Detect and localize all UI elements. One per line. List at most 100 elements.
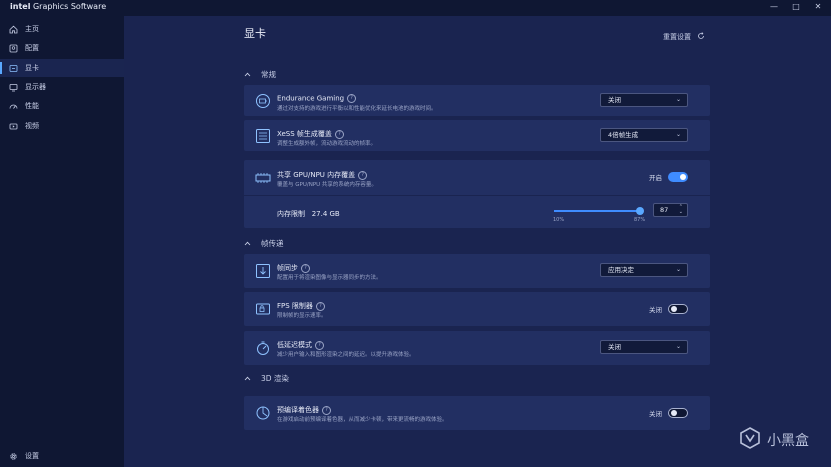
section-title: 帧传递 (261, 239, 284, 248)
shared-memory-toggle-group: 开启 (649, 172, 688, 182)
sidebar-item-profiles[interactable]: 配置 (0, 39, 124, 57)
sidebar-item-label: 性能 (25, 102, 39, 110)
chevron-up-icon (244, 70, 251, 79)
reset-label: 重置设置 (663, 33, 691, 41)
gear-icon (8, 451, 18, 461)
shader-precompile-row: 预编译着色器? 在游戏启动前预编译着色器，从而减少卡顿，带来更流畅的游戏体验。 … (244, 396, 710, 430)
chevron-down-icon: ⌄ (675, 343, 681, 350)
row-description: 配置用于将渲染图像与显示器同步的方法。 (277, 275, 382, 281)
toggle-state-label: 关闭 (649, 306, 662, 314)
toggle-state-label: 开启 (649, 174, 662, 182)
chevron-up-icon (244, 374, 251, 383)
chevron-down-icon: ⌄ (675, 96, 681, 103)
video-icon (8, 121, 18, 131)
shader-toggle-group: 关闭 (649, 408, 688, 418)
row-description: 在游戏启动前预编译着色器，从而减少卡顿，带来更流畅的游戏体验。 (277, 417, 448, 423)
slider-max-label: 87% (634, 217, 646, 223)
sidebar-item-video[interactable]: 视频 (0, 117, 124, 135)
shader-precompile-toggle[interactable] (668, 408, 688, 418)
help-icon[interactable]: ? (358, 170, 368, 180)
row-description: 限制帧的显示速率。 (277, 313, 327, 319)
minimize-button[interactable]: — (767, 2, 781, 11)
fps-limit-icon (255, 301, 271, 317)
home-icon (8, 24, 18, 34)
watermark: 小黑盒 (739, 427, 809, 453)
section-title: 常规 (261, 70, 276, 79)
watermark-text: 小黑盒 (767, 433, 809, 449)
stepper-arrows-icon: ⌃ ⌄ (678, 204, 683, 215)
title-bar: intel Graphics Software — □ ✕ (0, 0, 831, 16)
row-title: Endurance Gaming? (277, 94, 357, 103)
xess-frame-generation-select[interactable]: 4倍帧生成 ⌄ (600, 128, 688, 142)
section-frame-header[interactable]: 帧传递 (244, 238, 284, 249)
memory-chip-icon (255, 170, 271, 186)
memory-limit-label: 内存限制 27.4 GB (277, 210, 340, 218)
sidebar-item-settings[interactable]: 设置 (0, 447, 124, 465)
sidebar-item-label: 主页 (25, 25, 39, 33)
help-icon[interactable]: ? (315, 340, 324, 350)
fps-limiter-toggle-group: 关闭 (649, 304, 688, 314)
sidebar-item-label: 视频 (25, 122, 39, 130)
divider (244, 195, 710, 196)
row-title: 帧同步? (277, 263, 310, 273)
performance-icon (8, 101, 18, 111)
help-icon[interactable]: ? (315, 301, 325, 311)
row-title: 低延迟模式? (277, 340, 324, 350)
help-icon[interactable]: ? (301, 263, 310, 273)
row-title: FPS 限制器? (277, 301, 325, 311)
toggle-state-label: 关闭 (649, 410, 662, 418)
slider-min-label: 10% (553, 217, 565, 223)
section-general-header[interactable]: 常规 (244, 69, 276, 80)
sidebar-item-graphics[interactable]: 显卡 (0, 59, 124, 77)
low-latency-select[interactable]: 关闭 ⌄ (600, 340, 688, 354)
chevron-up-icon (244, 239, 251, 248)
help-icon[interactable]: ? (322, 405, 331, 415)
section-3d-header[interactable]: 3D 渲染 (244, 373, 289, 384)
graphics-icon (8, 63, 18, 73)
shared-memory-card: 共享 GPU/NPU 内存覆盖? 覆盖与 GPU/NPU 共享的系统内存容量。 … (244, 160, 710, 228)
profile-icon (8, 43, 18, 53)
memory-slider-track[interactable] (554, 207, 644, 215)
shader-icon (255, 405, 271, 421)
low-latency-row: 低延迟模式? 减少用户输入和图形渲染之间的延迟。以提升游戏体验。 关闭 ⌄ (244, 331, 710, 365)
frame-generation-icon (255, 128, 271, 144)
reset-settings-button[interactable]: 重置设置 (663, 32, 705, 42)
fps-limiter-toggle[interactable] (668, 304, 688, 314)
endurance-gaming-row: Endurance Gaming? 通过对支持的游戏进行平衡以和性能优化来延长电… (244, 85, 710, 116)
chevron-down-icon: ⌄ (675, 266, 681, 273)
sidebar-item-display[interactable]: 显示器 (0, 78, 124, 96)
memory-limit-amount: 27.4 GB (311, 210, 340, 218)
sidebar: 主页 配置 显卡 显示器 性能 视频 设置 (0, 16, 124, 467)
maximize-button[interactable]: □ (789, 2, 803, 11)
shared-memory-toggle[interactable] (668, 172, 688, 182)
chevron-down-icon: ⌄ (675, 131, 681, 138)
endurance-gaming-select[interactable]: 关闭 ⌄ (600, 93, 688, 107)
sidebar-item-label: 显卡 (25, 64, 39, 72)
row-description: 调整生成额外帧，流动游戏流动的帧率。 (277, 141, 377, 147)
row-title: 共享 GPU/NPU 内存覆盖? (277, 170, 368, 180)
display-icon (8, 82, 18, 92)
app-brand: intel Graphics Software (10, 2, 107, 11)
close-button[interactable]: ✕ (811, 2, 825, 11)
help-icon[interactable]: ? (334, 129, 344, 139)
memory-limit-stepper[interactable]: 87 ⌃ ⌄ (653, 203, 688, 217)
sidebar-item-label: 显示器 (25, 83, 46, 91)
fps-limiter-row: FPS 限制器? 限制帧的显示速率。 关闭 (244, 292, 710, 326)
xess-frame-generation-row: XeSS 帧生成覆盖? 调整生成额外帧，流动游戏流动的帧率。 4倍帧生成 ⌄ (244, 120, 710, 151)
row-title: XeSS 帧生成覆盖? (277, 129, 344, 139)
sidebar-item-home[interactable]: 主页 (0, 20, 124, 38)
help-icon[interactable]: ? (347, 94, 357, 103)
sidebar-item-label: 设置 (25, 452, 39, 460)
low-latency-icon (255, 340, 271, 356)
main-panel: 显卡 重置设置 常规 Endurance Gaming? 通过对支持的游戏进行平… (124, 16, 831, 467)
frame-sync-icon (255, 263, 271, 279)
reset-icon (697, 32, 705, 42)
vsync-select[interactable]: 应用决定 ⌄ (600, 263, 688, 277)
vsync-row: 帧同步? 配置用于将渲染图像与显示器同步的方法。 应用决定 ⌄ (244, 254, 710, 288)
row-title: 预编译着色器? (277, 405, 331, 415)
row-description: 覆盖与 GPU/NPU 共享的系统内存容量。 (277, 182, 377, 188)
battery-gauge-icon (255, 93, 271, 109)
memory-slider-thumb[interactable] (636, 207, 644, 215)
sidebar-item-performance[interactable]: 性能 (0, 97, 124, 115)
row-description: 通过对支持的游戏进行平衡以和性能优化来延长电池的游戏时间。 (277, 106, 437, 112)
